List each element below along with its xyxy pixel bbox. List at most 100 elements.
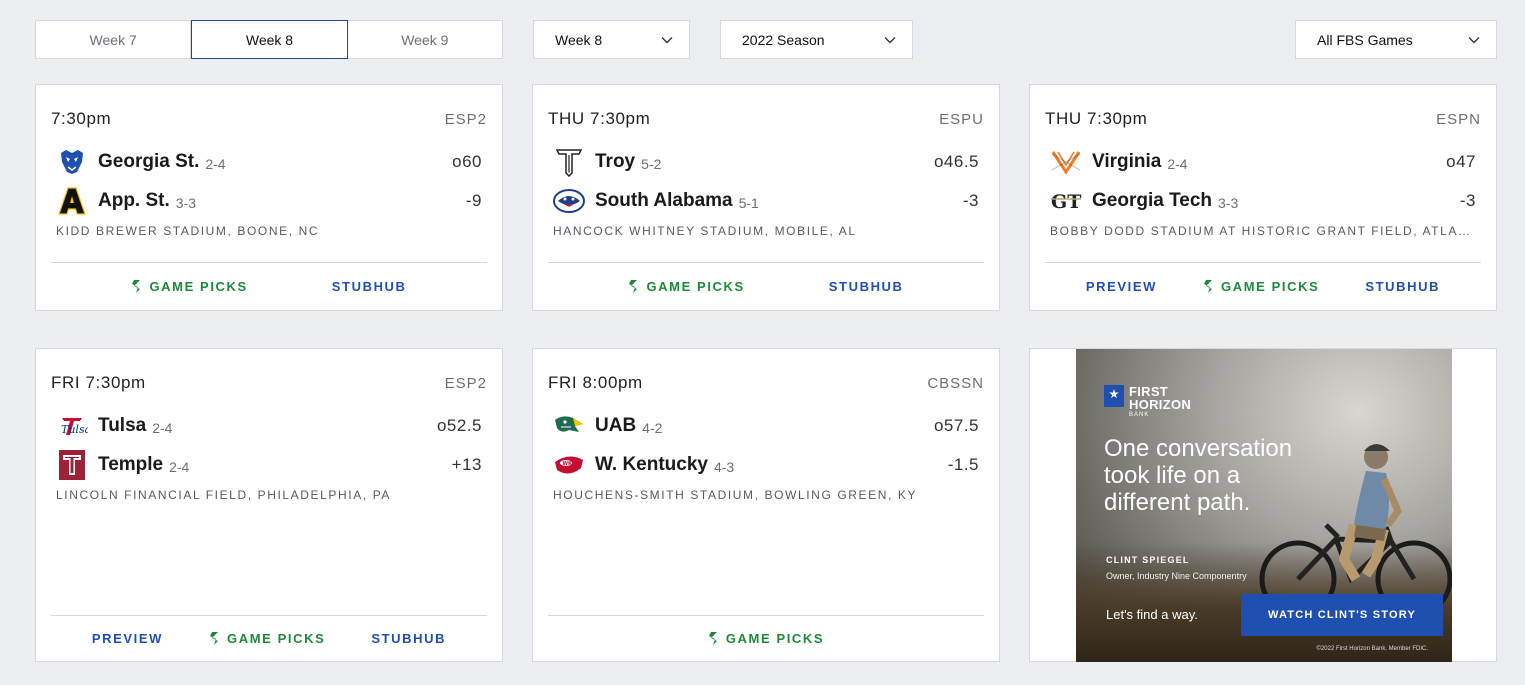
team-name: Tulsa bbox=[98, 415, 147, 436]
ad-person-title: Owner, Industry Nine Componentry bbox=[1106, 571, 1247, 581]
season-select[interactable]: 2022 Season bbox=[720, 20, 913, 59]
tab-week-8[interactable]: Week 8 bbox=[191, 20, 348, 59]
team-name: UAB bbox=[595, 415, 637, 436]
game-card[interactable]: THU 7:30pm ESPU Troy 5-2 o46.5 South Ala… bbox=[532, 84, 1000, 311]
venue: HANCOCK WHITNEY STADIUM, MOBILE, AL bbox=[553, 224, 857, 238]
away-team-row[interactable]: Georgia St. 2-4 o60 bbox=[56, 146, 482, 178]
game-card[interactable]: FRI 7:30pm ESP2 Tulsa Tulsa 2-4 o52.5 Te… bbox=[35, 348, 503, 662]
tab-week-7[interactable]: Week 7 bbox=[36, 21, 192, 58]
team-record: 3-3 bbox=[1218, 194, 1239, 211]
ad-person-name: CLINT SPIEGEL bbox=[1106, 555, 1190, 565]
team-name: Georgia St. bbox=[98, 151, 200, 172]
venue: KIDD BREWER STADIUM, BOONE, NC bbox=[56, 224, 320, 238]
divider bbox=[548, 262, 984, 263]
game-time: FRI 8:00pm bbox=[548, 373, 643, 392]
game-picks-link[interactable]: GAME PICKS bbox=[131, 279, 247, 294]
divider bbox=[51, 262, 487, 263]
first-horizon-ad[interactable]: FIRST HORIZON BANK One conversation took… bbox=[1076, 349, 1452, 662]
game-picks-label: GAME PICKS bbox=[227, 630, 326, 646]
team-record: 2-4 bbox=[152, 419, 173, 436]
home-team-row[interactable]: South Alabama 5-1 -3 bbox=[553, 185, 979, 217]
georgia-tech-gt-logo: GT bbox=[1050, 185, 1082, 217]
ad-container: FIRST HORIZON BANK One conversation took… bbox=[1029, 348, 1497, 662]
game-picks-link[interactable]: GAME PICKS bbox=[708, 631, 824, 646]
betting-line: o57.5 bbox=[933, 416, 979, 435]
game-card[interactable]: THU 7:30pm ESPN Virginia 2-4 o47 GT Geor… bbox=[1029, 84, 1497, 311]
uab-dragon-logo bbox=[553, 410, 585, 442]
game-card[interactable]: 7:30pm ESP2 Georgia St. 2-4 o60 App. St.… bbox=[35, 84, 503, 311]
team-name: Georgia Tech bbox=[1092, 190, 1213, 211]
games-filter-select[interactable]: All FBS Games bbox=[1295, 20, 1497, 59]
away-team-row[interactable]: Virginia 2-4 o47 bbox=[1050, 146, 1476, 178]
georgia-state-panther-logo bbox=[56, 146, 88, 178]
chevron-down-icon bbox=[661, 36, 673, 43]
stubhub-link[interactable]: STUBHUB bbox=[1365, 279, 1440, 294]
watch-story-button[interactable]: WATCH CLINT'S STORY bbox=[1241, 594, 1443, 636]
sportsline-icon bbox=[132, 279, 141, 293]
app-state-a-logo bbox=[56, 185, 88, 217]
betting-line: -1.5 bbox=[947, 455, 979, 474]
week-select[interactable]: Week 8 bbox=[533, 20, 690, 59]
preview-link[interactable]: PREVIEW bbox=[1086, 279, 1157, 294]
tv-network: ESPN bbox=[1436, 110, 1481, 128]
game-card[interactable]: FRI 8:00pm CBSSN UAB 4-2 o57.5 WKU W. Ke… bbox=[532, 348, 1000, 662]
troy-t-logo bbox=[553, 146, 585, 178]
team-record: 5-1 bbox=[738, 194, 759, 211]
team-record: 4-2 bbox=[642, 419, 663, 436]
first-horizon-logo: FIRST HORIZON BANK bbox=[1104, 385, 1191, 418]
chevron-down-icon bbox=[1468, 36, 1480, 43]
divider bbox=[1045, 262, 1481, 263]
week-tabs: Week 7 Week 8 Week 9 bbox=[35, 20, 503, 59]
card-links: GAME PICKS STUBHUB bbox=[51, 275, 487, 297]
game-picks-label: GAME PICKS bbox=[646, 278, 745, 294]
home-team-row[interactable]: WKU W. Kentucky 4-3 -1.5 bbox=[553, 449, 979, 481]
virginia-sabres-logo bbox=[1050, 146, 1082, 178]
away-team-row[interactable]: UAB 4-2 o57.5 bbox=[553, 410, 979, 442]
betting-line: o60 bbox=[452, 152, 482, 171]
south-alabama-jaguar-logo bbox=[553, 185, 585, 217]
game-time: FRI 7:30pm bbox=[51, 373, 146, 392]
tv-network: CBSSN bbox=[927, 374, 984, 392]
preview-link[interactable]: PREVIEW bbox=[92, 631, 163, 646]
away-team-row[interactable]: Troy 5-2 o46.5 bbox=[553, 146, 979, 178]
divider bbox=[548, 615, 984, 616]
venue: HOUCHENS-SMITH STADIUM, BOWLING GREEN, K… bbox=[553, 488, 918, 502]
ad-brand-line2: HORIZON bbox=[1129, 397, 1192, 412]
temple-t-logo bbox=[56, 449, 88, 481]
ad-tagline: Let's find a way. bbox=[1106, 607, 1198, 622]
divider bbox=[51, 615, 487, 616]
game-picks-link[interactable]: GAME PICKS bbox=[209, 631, 325, 646]
stubhub-link[interactable]: STUBHUB bbox=[332, 279, 407, 294]
team-record: 2-4 bbox=[205, 155, 226, 172]
game-picks-link[interactable]: GAME PICKS bbox=[628, 279, 744, 294]
game-picks-link[interactable]: GAME PICKS bbox=[1203, 279, 1319, 294]
game-picks-label: GAME PICKS bbox=[149, 278, 248, 294]
wku-towel-logo: WKU bbox=[553, 449, 585, 481]
stubhub-link[interactable]: STUBHUB bbox=[829, 279, 904, 294]
card-links: GAME PICKS bbox=[548, 627, 984, 649]
chevron-down-icon bbox=[884, 36, 896, 43]
team-name: App. St. bbox=[98, 190, 170, 211]
card-links: PREVIEW GAME PICKS STUBHUB bbox=[1045, 275, 1481, 297]
ad-legal-text: ©2022 First Horizon Bank. Member FDIC. bbox=[1316, 646, 1428, 652]
betting-line: -3 bbox=[962, 191, 979, 210]
sportsline-icon bbox=[1204, 279, 1213, 293]
ad-headline: One conversation took life on a differen… bbox=[1104, 435, 1293, 516]
away-team-row[interactable]: Tulsa Tulsa 2-4 o52.5 bbox=[56, 410, 482, 442]
card-links: GAME PICKS STUBHUB bbox=[548, 275, 984, 297]
sportsline-icon bbox=[210, 631, 219, 645]
tulsa-script-logo: Tulsa bbox=[56, 410, 88, 442]
betting-line: +13 bbox=[451, 455, 482, 474]
team-name: Virginia bbox=[1092, 151, 1162, 172]
star-flag-icon bbox=[1104, 385, 1124, 407]
stubhub-link[interactable]: STUBHUB bbox=[371, 631, 446, 646]
home-team-row[interactable]: App. St. 3-3 -9 bbox=[56, 185, 482, 217]
team-record: 2-4 bbox=[1167, 155, 1188, 172]
home-team-row[interactable]: GT Georgia Tech 3-3 -3 bbox=[1050, 185, 1476, 217]
tab-week-9[interactable]: Week 9 bbox=[348, 21, 502, 58]
season-select-value: 2022 Season bbox=[742, 31, 825, 48]
home-team-row[interactable]: Temple 2-4 +13 bbox=[56, 449, 482, 481]
team-record: 4-3 bbox=[713, 458, 735, 475]
team-record: 5-2 bbox=[641, 155, 662, 172]
sportsline-icon bbox=[629, 279, 638, 293]
